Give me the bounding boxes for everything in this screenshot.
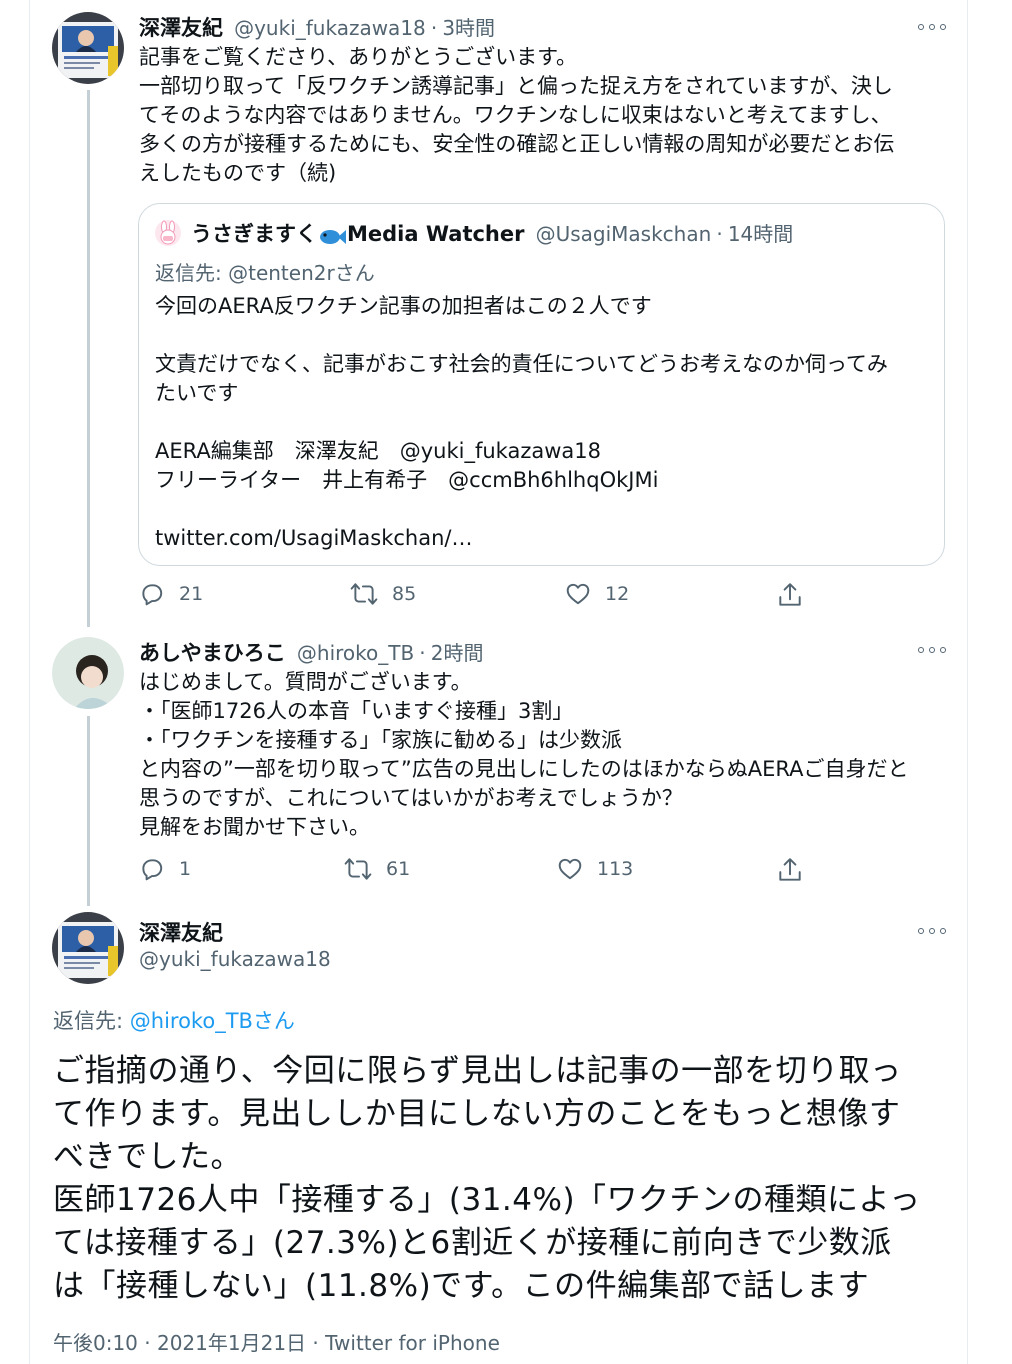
tweet-2-header: あしやまひろこ @hiroko_TB · 2時間 (139, 637, 483, 667)
tweet-1-header: 深澤友紀 @yuki_fukazawa18 · 3時間 (139, 12, 495, 42)
left-border (29, 0, 30, 1364)
avatar-yuki[interactable] (52, 912, 124, 984)
tweet-text: はじめまして。質問がございます。 ・「医師1726人の本音「いますぐ接種」3割」… (139, 670, 909, 839)
right-border (967, 0, 968, 1364)
author-name[interactable]: 深澤友紀 (139, 16, 223, 40)
avatar-yuki[interactable] (52, 12, 124, 84)
avatar-hiroko[interactable] (52, 637, 124, 709)
heart-icon (566, 583, 590, 605)
reply-to-prefix: 返信先: (53, 1009, 130, 1033)
share-icon (779, 583, 801, 606)
reply-icon (142, 584, 163, 606)
fish-icon (318, 227, 346, 247)
more-icon[interactable] (918, 926, 946, 936)
author-handle[interactable]: @hiroko_TB (297, 641, 414, 665)
reply-to-prefix: 返信先: (155, 261, 229, 285)
share-button[interactable] (777, 581, 803, 609)
bunny-avatar-icon (155, 220, 181, 246)
quoted-author-name-suffix: Media Watcher (347, 222, 525, 246)
main-tweet-text: ご指摘の通り、今回に限らず見出しは記事の一部を切り取っ て作ります。見出ししか目… (53, 1053, 921, 1304)
retweet-icon (350, 583, 378, 605)
share-button[interactable] (777, 856, 803, 884)
reply-to: 返信先: @hiroko_TBさん (53, 1005, 295, 1035)
retweet-count: 61 (386, 858, 411, 880)
quoted-tweet-time: 14時間 (727, 222, 794, 246)
reply-to-handle: @tenten2rさん (228, 261, 375, 285)
separator: · (419, 641, 426, 665)
reply-count: 1 (179, 858, 192, 880)
quoted-reply-to: 返信先: @tenten2rさん (155, 257, 375, 286)
like-count: 113 (597, 858, 634, 880)
share-icon (779, 858, 801, 881)
reply-icon (142, 859, 163, 881)
author-name[interactable]: 深澤友紀 (139, 917, 223, 947)
author-name[interactable]: あしやまひろこ (139, 641, 286, 665)
retweet-button[interactable]: 61 (344, 856, 410, 882)
reply-count: 21 (179, 583, 204, 605)
more-icon[interactable] (918, 645, 946, 655)
like-count: 12 (605, 583, 630, 605)
quoted-author-name: うさぎますく (191, 222, 317, 246)
retweet-icon (344, 858, 372, 880)
tweet-timestamp[interactable]: 午後0:10 · 2021年1月21日 · Twitter for iPhone (53, 1327, 500, 1356)
tweet-time[interactable]: 2時間 (431, 641, 484, 665)
retweet-button[interactable]: 85 (350, 581, 416, 607)
thread-line (87, 90, 90, 627)
reply-button[interactable]: 21 (139, 581, 203, 607)
reply-button[interactable]: 1 (139, 856, 191, 882)
tweet-text: 記事をご覧くださり、ありがとうございます。 一部切り取って「反ワクチン誘導記事」… (139, 45, 895, 185)
separator: · (716, 222, 723, 246)
heart-icon (558, 858, 582, 880)
quoted-tweet[interactable]: うさぎますく Media Watcher @UsagiMaskchan · 14時… (138, 203, 945, 566)
author-handle[interactable]: @yuki_fukazawa18 (234, 16, 426, 40)
author-handle[interactable]: @yuki_fukazawa18 (139, 947, 331, 971)
quoted-author-handle: @UsagiMaskchan (535, 222, 712, 246)
retweet-count: 85 (392, 583, 417, 605)
more-icon[interactable] (918, 22, 946, 32)
tweet-time[interactable]: 3時間 (442, 16, 495, 40)
quoted-tweet-text: 今回のAERA反ワクチン記事の加担者はこの２人です 文責だけでなく、記事がおこす… (155, 294, 888, 550)
separator: · (430, 16, 438, 40)
reply-to-handle[interactable]: @hiroko_TBさん (130, 1009, 295, 1033)
thread-line (87, 716, 90, 906)
like-button[interactable]: 12 (565, 581, 629, 607)
like-button[interactable]: 113 (557, 856, 633, 882)
